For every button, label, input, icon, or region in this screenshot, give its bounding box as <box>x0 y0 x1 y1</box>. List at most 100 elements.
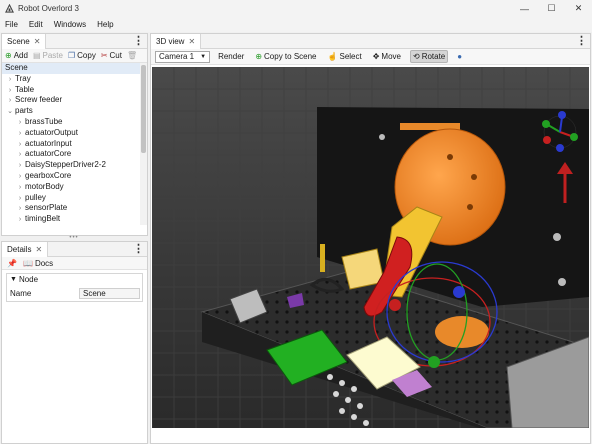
gizmo-handle[interactable] <box>389 299 401 311</box>
rotate-icon: ⟲ <box>412 52 420 61</box>
kebab-menu-icon[interactable]: ⋮ <box>133 243 144 255</box>
tree-item[interactable]: ⌄ parts <box>2 106 147 117</box>
docs-button[interactable]: Docs <box>35 259 53 268</box>
tree-item[interactable]: › gearboxCore <box>2 171 147 182</box>
close-icon[interactable]: ✕ <box>188 37 195 46</box>
render-button[interactable]: Render <box>216 50 246 63</box>
tree-scrollbar[interactable] <box>140 63 147 225</box>
chevron-right-icon[interactable]: › <box>15 129 25 140</box>
camera-select[interactable]: Camera 1 ▼ <box>155 50 211 63</box>
copy-button[interactable]: ❐ Copy <box>68 51 96 60</box>
copy-to-scene-label: Copy to Scene <box>264 52 317 61</box>
close-icon[interactable]: ✕ <box>35 245 42 254</box>
bolt <box>379 134 385 140</box>
tree-item-label: parts <box>15 106 33 116</box>
tree-item-label: pulley <box>25 192 46 202</box>
tree-item[interactable]: › brassTube <box>2 117 147 128</box>
rotate-tool-button[interactable]: ⟲ Rotate <box>409 50 449 63</box>
tab-scene-label: Scene <box>7 36 30 46</box>
tab-3d-view[interactable]: 3D view ✕ <box>151 33 202 49</box>
add-label: Add <box>13 51 28 60</box>
select-label: Select <box>339 52 362 61</box>
tree-item[interactable]: › actuatorCore <box>2 149 147 160</box>
window-title: Robot Overlord 3 <box>18 4 79 13</box>
tree-item[interactable]: › actuatorInput <box>2 139 147 150</box>
tree-item[interactable]: › Screw feeder <box>2 95 147 106</box>
tree-item[interactable]: › DaisyStepperDriver2-2 <box>2 160 147 171</box>
scene-toolbar: ⊕ Add ▤ Paste ❐ Copy ✂ Cut 🗑 <box>2 49 147 63</box>
kebab-menu-icon[interactable]: ⋮ <box>133 35 144 47</box>
paste-label: Paste <box>42 51 63 60</box>
hand-pointer-icon: ☝ <box>327 52 338 61</box>
menu-edit[interactable]: Edit <box>29 20 43 29</box>
gizmo-handle[interactable] <box>453 286 465 298</box>
menu-windows[interactable]: Windows <box>54 20 86 29</box>
close-button[interactable]: ✕ <box>565 0 592 17</box>
tree-item-label: brassTube <box>25 116 63 126</box>
tree-item-label: actuatorInput <box>25 138 72 148</box>
bolt <box>471 174 477 180</box>
chevron-down-icon[interactable]: ⌄ <box>5 107 15 118</box>
tree-item[interactable]: › motorBody <box>2 182 147 193</box>
tree-item-label: timingBelt <box>25 214 61 224</box>
scene-tree[interactable]: Scene › Tray › Table › Screw feeder ⌄ parts › bra… <box>2 63 147 225</box>
scene-panel: Scene ✕ ⋮ ⊕ Add ▤ Paste ❐ Copy ✂ Cut 🗑 Scene… <box>1 33 148 236</box>
brass-tube <box>320 244 325 272</box>
scene-render[interactable] <box>152 67 589 428</box>
tree-item[interactable]: › Tray <box>2 74 147 85</box>
bolt <box>558 278 566 286</box>
bolt <box>447 154 453 160</box>
trash-icon: 🗑 <box>126 51 138 60</box>
tree-item[interactable]: › pulley <box>2 193 147 204</box>
move-tool-button[interactable]: ✥ Move <box>371 50 403 63</box>
kebab-menu-icon[interactable]: ⋮ <box>576 35 587 47</box>
details-panel: Details ✕ ⋮ 📌 📖 Docs ▼ Node Name Scene <box>1 241 148 444</box>
panel-splitter[interactable]: ••• <box>0 235 148 241</box>
pin-icon[interactable]: 📌 <box>7 259 17 268</box>
bolt <box>553 233 561 241</box>
3d-viewport[interactable] <box>152 67 589 428</box>
select-tool-button[interactable]: ☝ Select <box>326 50 364 63</box>
tree-item[interactable]: › timingBelt <box>2 214 147 225</box>
name-label: Name <box>10 288 32 298</box>
tab-details-label: Details <box>7 244 32 254</box>
cut-button[interactable]: ✂ Cut <box>101 51 122 60</box>
tree-item-label: gearboxCore <box>25 170 72 180</box>
chevron-down-icon[interactable]: ▼ <box>10 276 17 283</box>
name-field[interactable]: Scene <box>79 287 140 299</box>
gizmo-handle[interactable] <box>428 356 440 368</box>
tree-item-label: DaisyStepperDriver2-2 <box>25 160 106 170</box>
delete-button[interactable]: 🗑 <box>127 51 139 60</box>
app-icon <box>5 4 14 13</box>
rotate-label: Rotate <box>421 52 446 61</box>
tree-item-label: Table <box>15 84 35 94</box>
tab-scene[interactable]: Scene ✕ <box>2 33 47 49</box>
scissors-icon: ✂ <box>100 51 108 60</box>
tree-item[interactable]: › actuatorOutput <box>2 128 147 139</box>
maximize-button[interactable]: ☐ <box>538 0 565 17</box>
paste-button[interactable]: ▤ Paste <box>33 51 63 60</box>
tree-item[interactable]: › sensorPlate <box>2 203 147 214</box>
chevron-right-icon[interactable]: › <box>5 75 15 86</box>
move-label: Move <box>381 52 401 61</box>
chevron-right-icon[interactable]: › <box>15 183 25 194</box>
move-arrows-icon: ✥ <box>372 52 380 61</box>
tree-root[interactable]: Scene <box>2 63 147 74</box>
tab-3d-view-label: 3D view <box>156 36 185 46</box>
add-button[interactable]: ⊕ Add <box>5 51 28 60</box>
menu-file[interactable]: File <box>5 20 18 29</box>
globe-button[interactable]: ● <box>455 50 464 63</box>
camera-select-value: Camera 1 <box>159 52 195 61</box>
tab-details[interactable]: Details ✕ <box>2 241 49 257</box>
name-property: Name Scene <box>9 287 140 299</box>
chevron-right-icon[interactable]: › <box>15 215 25 225</box>
scrollbar-thumb[interactable] <box>141 65 146 153</box>
menu-help[interactable]: Help <box>97 20 113 29</box>
orange-base <box>435 316 489 348</box>
copy-label: Copy <box>77 51 96 60</box>
copy-to-scene-button[interactable]: ⊕ Copy to Scene <box>253 50 318 63</box>
close-icon[interactable]: ✕ <box>34 37 41 46</box>
minimize-button[interactable]: — <box>511 0 538 17</box>
tree-item[interactable]: › Table <box>2 85 147 96</box>
view-panel: 3D view ✕ ⋮ Camera 1 ▼ Render ⊕ Copy to Sc… <box>150 33 591 444</box>
